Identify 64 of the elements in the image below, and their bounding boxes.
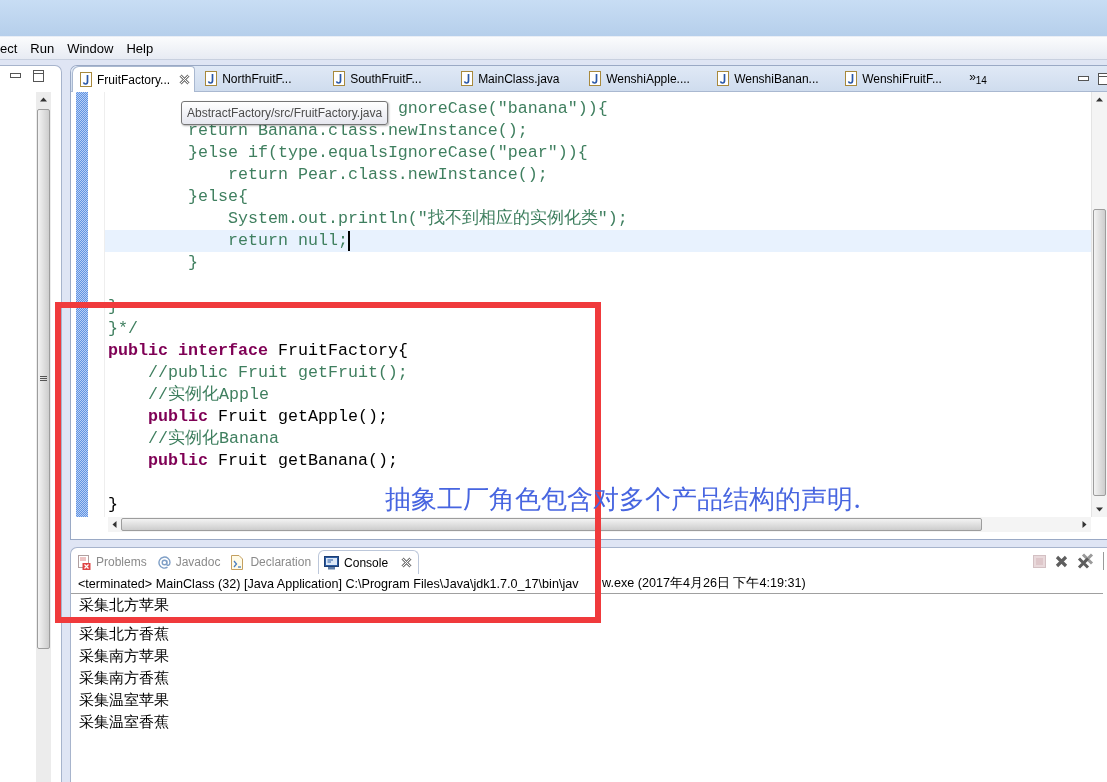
maximize-icon[interactable] (33, 70, 44, 82)
java-file-icon (845, 71, 858, 86)
menu-item[interactable]: Help (126, 40, 154, 56)
code-line: System.out.println("找不到相应的实例化类"); (227, 208, 628, 230)
code-line: //public Fruit getFruit(); (148, 362, 408, 384)
view-tab[interactable]: Console (318, 550, 420, 574)
console-output-line: 采集温室香蕉 (79, 713, 169, 730)
editor-tab[interactable]: WenshiBanan... (707, 66, 836, 91)
close-icon[interactable] (401, 557, 413, 568)
scrollbar-thumb[interactable] (121, 518, 982, 531)
java-file-icon (589, 71, 602, 86)
console-status-text: <terminated> MainClass (32) [Java Application] C:\Program Files\Java\jdk1.7.0_17\bin\jav (78, 576, 579, 591)
editor-tab[interactable]: SouthFruitF... (323, 66, 452, 91)
code-line: //实例化Apple (148, 384, 269, 406)
console-status-text: w.exe (2017年4月26日 下午4:19:31) (602, 575, 806, 592)
code-line: } (108, 494, 118, 516)
minimize-icon[interactable] (1078, 76, 1089, 81)
text-cursor (347, 231, 350, 251)
problems-icon (78, 554, 91, 570)
code-line: gnoreCase("banana")){ (397, 98, 608, 120)
java-file-icon (80, 72, 92, 87)
java-file-icon (717, 71, 730, 86)
console-output-line: 采集南方香蕉 (79, 669, 169, 686)
at-sign-icon (157, 555, 171, 569)
console-output-line: 采集温室苹果 (79, 691, 169, 708)
close-icon[interactable] (179, 74, 191, 85)
remove-icon[interactable] (1055, 554, 1068, 568)
java-file-icon (461, 71, 474, 86)
monitor-icon (324, 555, 340, 570)
code-line: }*/ (108, 318, 138, 340)
editor-tab[interactable]: WenshiFruitF... (835, 66, 964, 91)
declaration-icon (231, 554, 246, 570)
code-line: public Fruit getBanana(); (148, 450, 398, 472)
grip-icon (40, 376, 47, 382)
tab-overflow-button[interactable]: »$_{14}$ (969, 70, 987, 87)
console-output-line: 采集北方香蕉 (79, 625, 169, 642)
remove-all-icon[interactable] (1077, 553, 1094, 569)
code-line: } (187, 252, 198, 274)
console-output-line: 采集南方苹果 (79, 647, 169, 664)
code-line: public Fruit getApple(); (148, 406, 388, 428)
editor-tab[interactable]: FruitFactory... (72, 66, 196, 92)
code-line: return Pear.class.newInstance(); (227, 164, 548, 186)
editor-tab[interactable]: WenshiApple.... (579, 66, 708, 91)
code-line: }else{ (187, 186, 248, 208)
code-line: return null; (227, 230, 348, 252)
console-output-line: 采集北方苹果 (79, 596, 169, 613)
menu-item[interactable]: Window (67, 40, 114, 56)
menu-item[interactable]: Run (30, 40, 55, 56)
editor-tab[interactable]: NorthFruitF... (195, 66, 324, 91)
view-tab[interactable]: Problems (74, 550, 154, 574)
scrollbar-thumb[interactable] (37, 109, 50, 649)
java-file-icon (333, 71, 346, 86)
view-tab[interactable]: Declaration (227, 550, 319, 574)
maximize-icon[interactable] (1098, 72, 1107, 85)
code-line: }else if(type.equalsIgnoreCase("pear")){ (187, 142, 588, 164)
editor-tab[interactable]: MainClass.java (451, 66, 580, 91)
java-file-icon (205, 71, 218, 86)
code-line: //实例化Banana (148, 428, 279, 450)
file-path-tooltip: AbstractFactory/src/FruitFactory.java (181, 101, 389, 125)
minimize-icon[interactable] (10, 73, 21, 78)
view-tab[interactable]: Javadoc (153, 550, 228, 574)
code-line: public interface FruitFactory{ (108, 340, 408, 362)
scrollbar-thumb[interactable] (1093, 209, 1106, 496)
menu-item[interactable]: ect (0, 40, 18, 56)
